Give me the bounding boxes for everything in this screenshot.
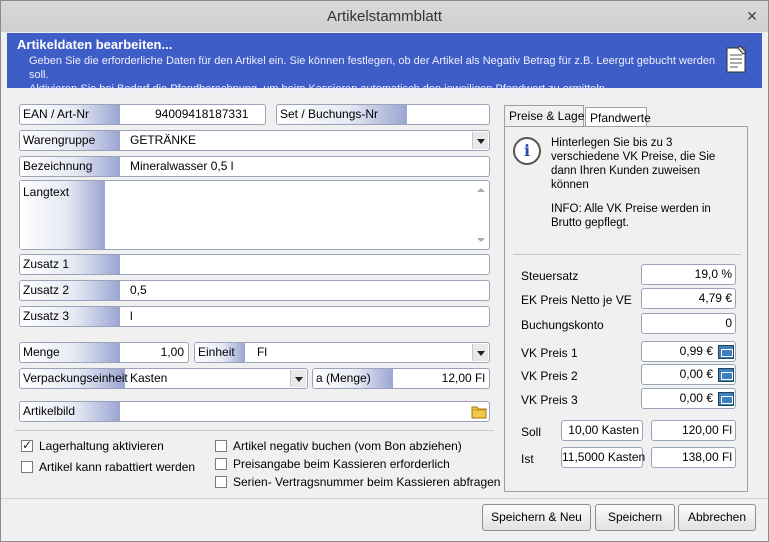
banner-line-1: Geben Sie die erforderliche Daten für de… (29, 55, 716, 81)
info-banner: Artikeldaten bearbeiten... Geben Sie die… (7, 33, 762, 95)
window-title: Artikelstammblatt (326, 8, 443, 25)
zusatz3-label: Zusatz 3 (20, 307, 120, 326)
chevron-down-icon[interactable] (290, 370, 306, 387)
info-icon (513, 137, 541, 165)
footer-divider (1, 498, 768, 499)
checkbox-box[interactable] (215, 458, 227, 470)
verpackung-label: Verpackungseinheit (20, 369, 128, 388)
banner-line-2: Aktivieren Sie bei Bedarf die Pfandberec… (29, 83, 609, 95)
bezeichnung-field[interactable]: Bezeichnung Mineralwasser 0,5 l (19, 156, 490, 177)
warengruppe-select[interactable]: Warengruppe GETRÄNKE (19, 130, 490, 151)
menge-value: 1,00 (160, 345, 184, 359)
calculator-icon[interactable] (718, 392, 734, 406)
ean-field[interactable]: EAN / Art-Nr 94009418187331 (19, 104, 266, 125)
checkbox-box[interactable] (21, 438, 33, 452)
amenge-value: 12,00 Fl (441, 371, 485, 385)
buchungskonto-label: Buchungskonto (521, 318, 604, 332)
scroll-up-icon[interactable] (477, 188, 485, 192)
checkbox-label: Preisangabe beim Kassieren erforderlich (233, 457, 450, 471)
divider (513, 254, 741, 255)
menge-label: Menge (20, 343, 120, 362)
buchungskonto-field[interactable]: 0 (641, 313, 736, 334)
folder-icon[interactable] (471, 404, 487, 419)
vk3-label: VK Preis 3 (521, 393, 578, 407)
soll-fl-field[interactable]: 120,00 Fl (651, 420, 736, 441)
langtext-textarea[interactable]: Langtext (19, 180, 490, 250)
soll-label: Soll (521, 425, 542, 439)
steuersatz-field[interactable]: 19,0 % (641, 264, 736, 285)
zusatz1-label: Zusatz 1 (20, 255, 120, 274)
banner-heading: Artikeldaten bearbeiten... (17, 37, 173, 52)
title-bar[interactable]: Artikelstammblatt ✕ (1, 1, 768, 32)
steuersatz-label: Steuersatz (521, 269, 579, 283)
einheit-select[interactable]: Einheit Fl (194, 342, 490, 363)
article-master-window: Artikelstammblatt ✕ Artikeldaten bearbei… (0, 0, 769, 542)
checkbox-label: Artikel kann rabattiert werden (39, 460, 196, 474)
set-booking-label: Set / Buchungs-Nr (277, 105, 407, 124)
notepad-icon (726, 45, 747, 73)
calculator-icon[interactable] (718, 345, 734, 359)
vk2-label: VK Preis 2 (521, 369, 578, 383)
prices-info: INFO: Alle VK Preise werden in Brutto ge… (551, 203, 711, 229)
langtext-label: Langtext (20, 181, 105, 249)
zusatz3-value: l (130, 309, 133, 323)
prices-panel: Hinterlegen Sie bis zu 3 verschiedene VK… (504, 126, 748, 492)
set-booking-field[interactable]: Set / Buchungs-Nr (276, 104, 490, 125)
tab-preise-lager[interactable]: Preise & Lager (504, 105, 588, 128)
zusatz2-label: Zusatz 2 (20, 281, 120, 300)
checkbox-box[interactable] (215, 476, 227, 488)
einheit-value: Fl (257, 345, 267, 359)
chevron-down-icon[interactable] (472, 132, 488, 149)
amenge-label: a (Menge) (313, 369, 393, 388)
amenge-field[interactable]: a (Menge) 12,00 Fl (312, 368, 490, 389)
banner-description: Geben Sie die erforderliche Daten für de… (29, 54, 719, 96)
ist-label: Ist (521, 452, 534, 466)
save-button[interactable]: Speichern (595, 504, 675, 531)
verpackung-select[interactable]: Verpackungseinheit Kasten (19, 368, 308, 389)
ek-label: EK Preis Netto je VE (521, 293, 632, 307)
verpackung-value: Kasten (130, 371, 168, 385)
prices-hint: Hinterlegen Sie bis zu 3 verschiedene VK… (551, 137, 716, 191)
checkbox-box[interactable] (215, 440, 227, 452)
zusatz2-value: 0,5 (130, 283, 147, 297)
artikelbild-label: Artikelbild (20, 402, 120, 421)
ist-fl-field[interactable]: 138,00 Fl (651, 447, 736, 468)
calculator-icon[interactable] (718, 368, 734, 382)
bezeichnung-value: Mineralwasser 0,5 l (130, 159, 234, 173)
checkbox-label: Artikel negativ buchen (vom Bon abziehen… (233, 439, 462, 453)
ek-field[interactable]: 4,79 € (641, 288, 736, 309)
close-icon[interactable]: ✕ (742, 7, 762, 25)
bezeichnung-label: Bezeichnung (20, 157, 120, 176)
artikelbild-field[interactable]: Artikelbild (19, 401, 490, 422)
ist-kasten-field[interactable]: 11,5000 Kasten (561, 447, 645, 468)
warengruppe-value: GETRÄNKE (130, 133, 197, 147)
divider (15, 430, 494, 431)
langtext-scrollbar[interactable] (474, 182, 488, 248)
scroll-down-icon[interactable] (477, 238, 485, 242)
save-new-button[interactable]: Speichern & Neu (482, 504, 591, 531)
menge-field[interactable]: Menge 1,00 (19, 342, 189, 363)
warengruppe-label: Warengruppe (20, 131, 120, 150)
cancel-button[interactable]: Abbrechen (678, 504, 756, 531)
checkbox-box[interactable] (21, 461, 33, 473)
einheit-label: Einheit (195, 343, 245, 362)
zusatz1-field[interactable]: Zusatz 1 (19, 254, 490, 275)
ean-label: EAN / Art-Nr (20, 105, 120, 124)
ean-value: 94009418187331 (155, 107, 249, 121)
checkbox-label: Lagerhaltung aktivieren (39, 439, 164, 453)
tab-pfandwerte[interactable]: Pfandwerte (585, 107, 651, 128)
soll-kasten-field[interactable]: 10,00 Kasten (561, 420, 643, 441)
zusatz2-field[interactable]: Zusatz 2 0,5 (19, 280, 490, 301)
chevron-down-icon[interactable] (472, 344, 488, 361)
checkbox-label: Serien- Vertragsnummer beim Kassieren ab… (233, 475, 501, 489)
vk1-label: VK Preis 1 (521, 346, 578, 360)
zusatz3-field[interactable]: Zusatz 3 l (19, 306, 490, 327)
